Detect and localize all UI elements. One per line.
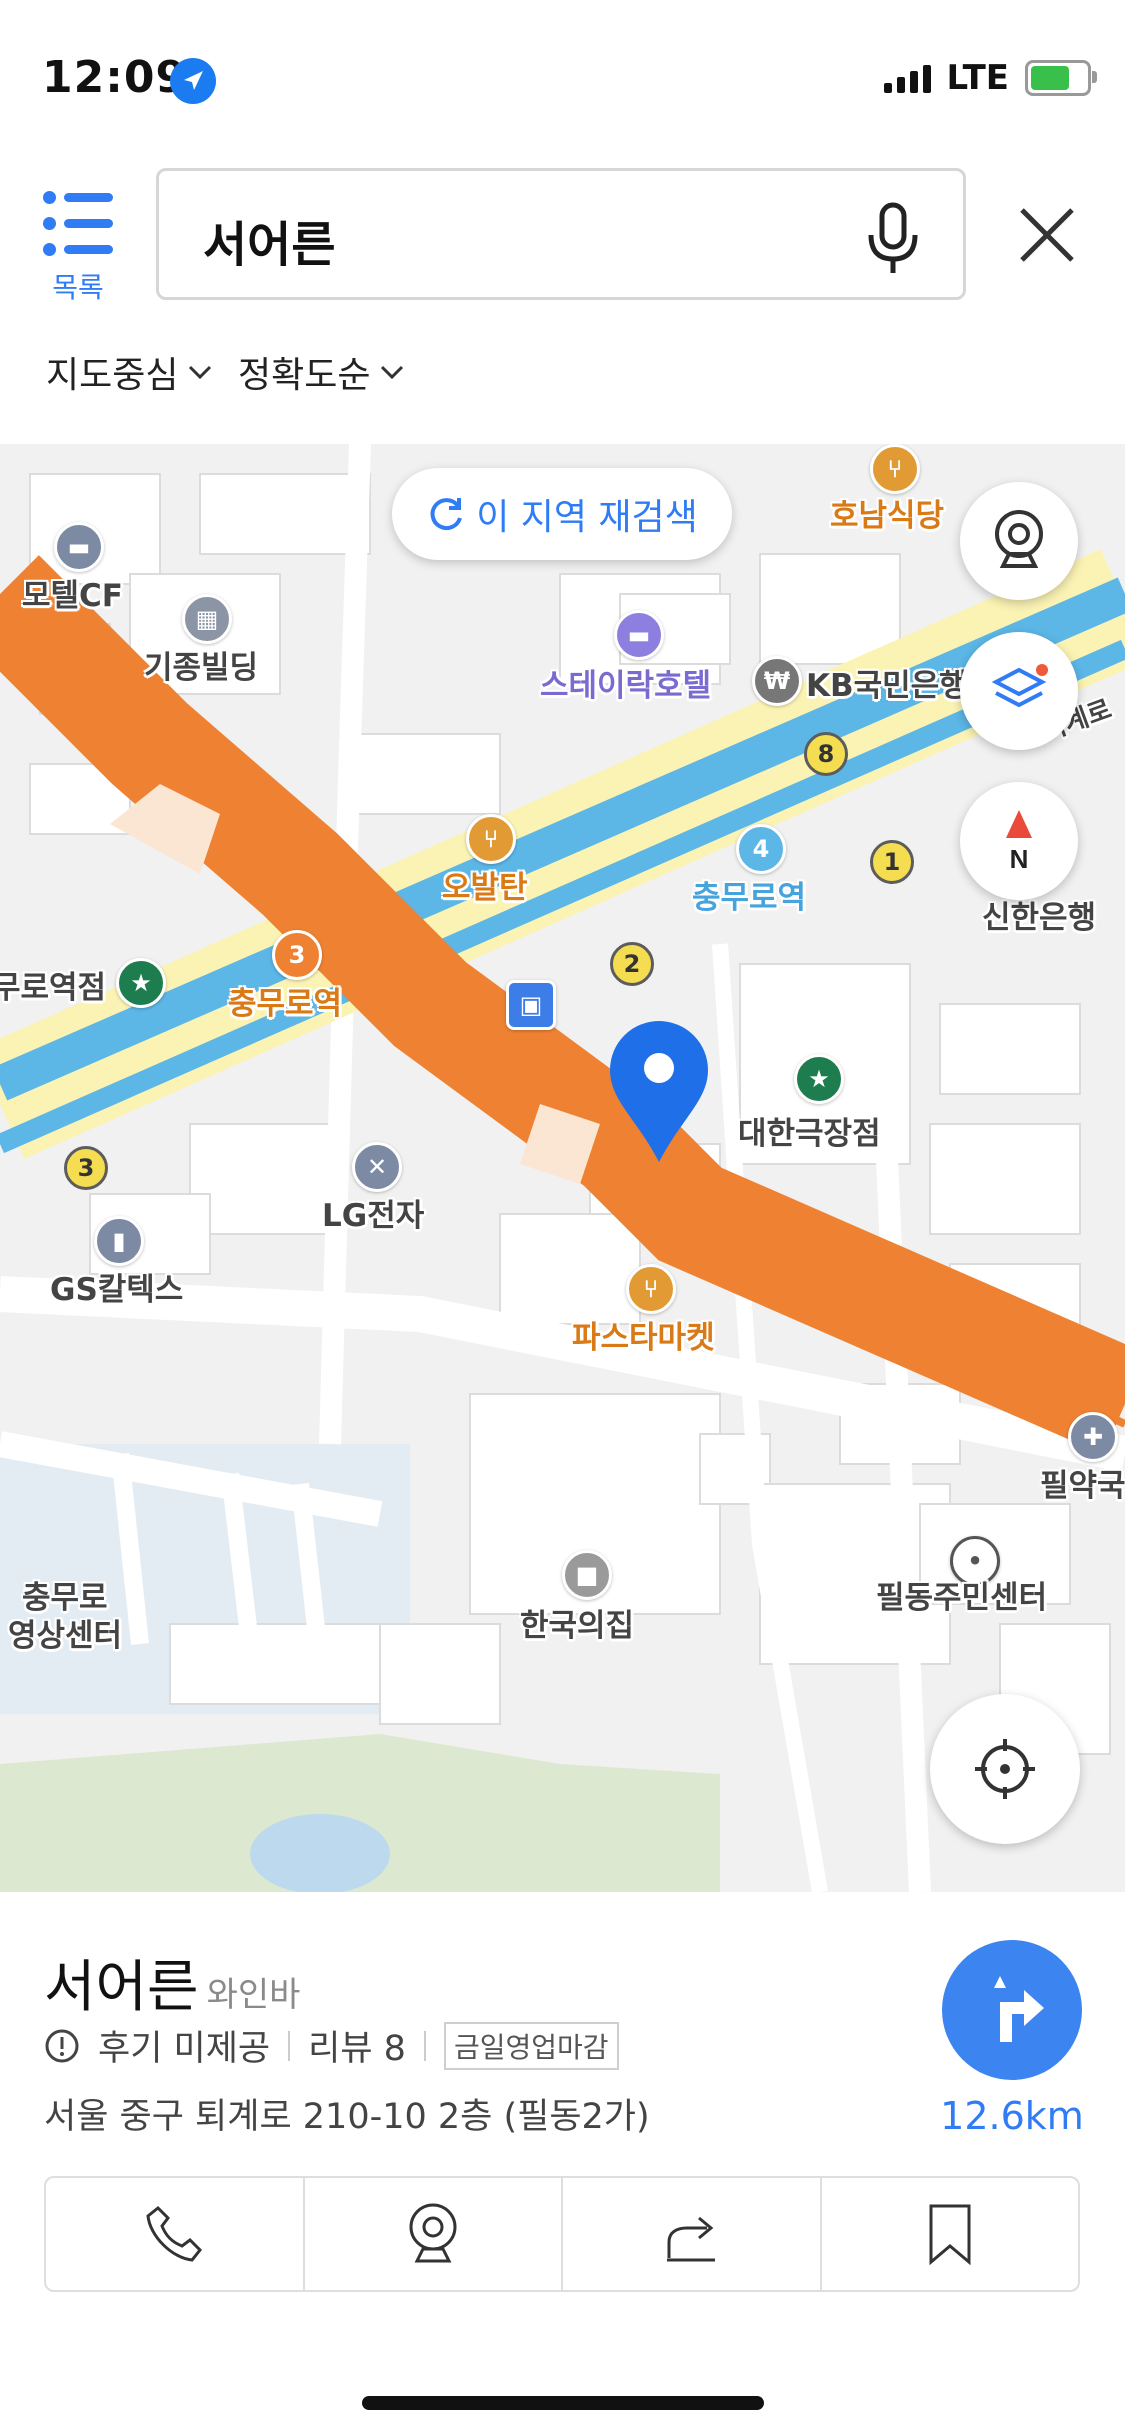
- save-button[interactable]: [822, 2178, 1079, 2290]
- label-chungmuro-station-line4: 충무로역: [692, 880, 807, 916]
- place-category: 와인바: [206, 1975, 301, 2015]
- label-obaltan: 오발탄: [442, 870, 528, 906]
- layers-icon: [991, 664, 1048, 708]
- research-area-button[interactable]: 이 지역 재검색: [392, 468, 732, 560]
- restaurant-icon[interactable]: ⑂: [466, 814, 516, 864]
- starbucks-icon[interactable]: ★: [794, 1054, 844, 1104]
- divider: [288, 2030, 291, 2061]
- label-korea-house: 한국의집: [520, 1608, 635, 1644]
- filter-label: 지도중심: [46, 355, 179, 396]
- refresh-icon: [430, 498, 463, 531]
- label-shinhan-bank: 신한은행: [982, 900, 1097, 936]
- filter-sort-accuracy[interactable]: 정확도순: [238, 346, 404, 398]
- svg-text:N: N: [1010, 844, 1029, 874]
- map-view[interactable]: 이 지역 재검색 ▬ 모텔CF ▦ 기종빌딩 ▬ 스테이락호텔 ₩ KB국민은행…: [0, 444, 1125, 1892]
- info-alert-icon: [45, 2029, 79, 2062]
- list-button[interactable]: 목록: [32, 188, 124, 304]
- list-label: 목록: [52, 271, 104, 304]
- label-pharmacy: 필약국: [1040, 1468, 1125, 1504]
- street-view-button[interactable]: [960, 482, 1078, 600]
- exit-2: 2: [610, 942, 654, 986]
- place-address: 서울 중구 퇴계로 210-10 2층 (필동2가): [44, 2097, 650, 2137]
- filter-map-center[interactable]: 지도중심: [46, 346, 212, 398]
- place-detail-sheet[interactable]: 서어른 와인바 후기 미제공 리뷰 8 금일영업마감 서울 중구 퇴계로 210-…: [0, 1892, 1125, 2436]
- streetview-icon: [409, 2203, 457, 2263]
- label-pildong-center: 필동주민센터: [876, 1580, 1048, 1616]
- exit-8: 8: [804, 732, 848, 776]
- status-time: 12:09: [42, 52, 188, 103]
- label-video-center-line2: 영상센터: [8, 1618, 123, 1654]
- motel-icon[interactable]: ▬: [54, 522, 104, 572]
- battery-icon: [1025, 60, 1097, 96]
- call-button[interactable]: [46, 2178, 305, 2290]
- hotel-icon[interactable]: ▬: [614, 610, 664, 660]
- label-pasta-market: 파스타마켓: [572, 1320, 715, 1356]
- line3-badge: 3: [272, 930, 322, 980]
- current-location-button[interactable]: [930, 1694, 1080, 1844]
- bus-stop-icon[interactable]: ▣: [506, 980, 556, 1030]
- label-stay-lark-hotel: 스테이락호텔: [540, 668, 712, 704]
- label-gs-caltex: GS칼텍스: [50, 1272, 184, 1308]
- landmark-icon[interactable]: ■: [562, 1550, 612, 1600]
- research-label: 이 지역 재검색: [476, 497, 698, 538]
- microphone-icon[interactable]: [863, 201, 923, 277]
- place-name: 서어른: [44, 1955, 199, 2020]
- selected-place-pin[interactable]: [606, 1018, 712, 1164]
- status-indicators: LTE: [883, 58, 1097, 98]
- divider: [423, 2030, 426, 2061]
- search-value: 서어른: [203, 217, 336, 273]
- exit-1: 1: [870, 840, 914, 884]
- label-chungmuro-station-line3: 충무로역: [228, 986, 343, 1022]
- street-view-action-button[interactable]: [305, 2178, 563, 2290]
- directions-button[interactable]: [942, 1940, 1082, 2080]
- network-type: LTE: [946, 58, 1009, 98]
- home-indicator[interactable]: [362, 2396, 764, 2410]
- review-status: 후기 미제공: [98, 2029, 271, 2069]
- label-honam-restaurant: 호남식당: [830, 498, 945, 534]
- action-bar: [44, 2176, 1080, 2292]
- streetview-icon: [995, 510, 1043, 568]
- compass-north-icon: N: [1006, 810, 1032, 874]
- building-icon[interactable]: ▦: [182, 594, 232, 644]
- crosshair-icon: [975, 1739, 1035, 1799]
- starbucks-icon[interactable]: ★: [116, 958, 166, 1008]
- share-button[interactable]: [563, 2178, 822, 2290]
- location-arrow-icon: [170, 58, 216, 104]
- place-meta: 후기 미제공 리뷰 8 금일영업마감: [44, 2020, 619, 2071]
- phone-icon: [146, 2205, 203, 2262]
- line4-badge: 4: [736, 824, 786, 874]
- map-layers-button[interactable]: [960, 632, 1078, 750]
- restaurant-icon[interactable]: ⑂: [626, 1264, 676, 1314]
- search-input[interactable]: 서어른: [156, 168, 966, 300]
- bookmark-icon: [929, 2204, 971, 2266]
- exit-3: 3: [64, 1146, 108, 1190]
- list-icon: [43, 188, 113, 258]
- label-daehan-theater: 대한극장점: [738, 1116, 881, 1152]
- directions-arrow-icon: [994, 1976, 1044, 2042]
- closed-today-badge: 금일영업마감: [443, 2021, 619, 2070]
- filter-label: 정확도순: [238, 355, 371, 396]
- repair-icon[interactable]: ✕: [352, 1142, 402, 1192]
- label-starbucks-station: 무로역점: [0, 970, 107, 1006]
- review-count[interactable]: 리뷰 8: [308, 2020, 406, 2071]
- signal-icon: [883, 63, 931, 93]
- chevron-down-icon: [189, 365, 212, 379]
- label-kb-bank: KB국민은행: [806, 668, 968, 704]
- label-motel-cf: 모텔CF: [22, 578, 123, 614]
- share-icon: [667, 2216, 716, 2262]
- place-title[interactable]: 서어른 와인바: [44, 1942, 300, 2023]
- label-gijong-building: 기종빌딩: [144, 650, 259, 686]
- restaurant-icon[interactable]: ⑂: [870, 444, 920, 494]
- distance-label: 12.6km: [940, 2094, 1084, 2138]
- close-icon[interactable]: [1012, 200, 1082, 270]
- compass-button[interactable]: N: [960, 782, 1078, 900]
- gas-station-icon[interactable]: ▮: [94, 1216, 144, 1266]
- pharmacy-icon[interactable]: ✚: [1068, 1412, 1118, 1462]
- chevron-down-icon: [381, 365, 404, 379]
- label-lg-electronics: LG전자: [322, 1198, 425, 1234]
- bank-icon[interactable]: ₩: [752, 656, 802, 706]
